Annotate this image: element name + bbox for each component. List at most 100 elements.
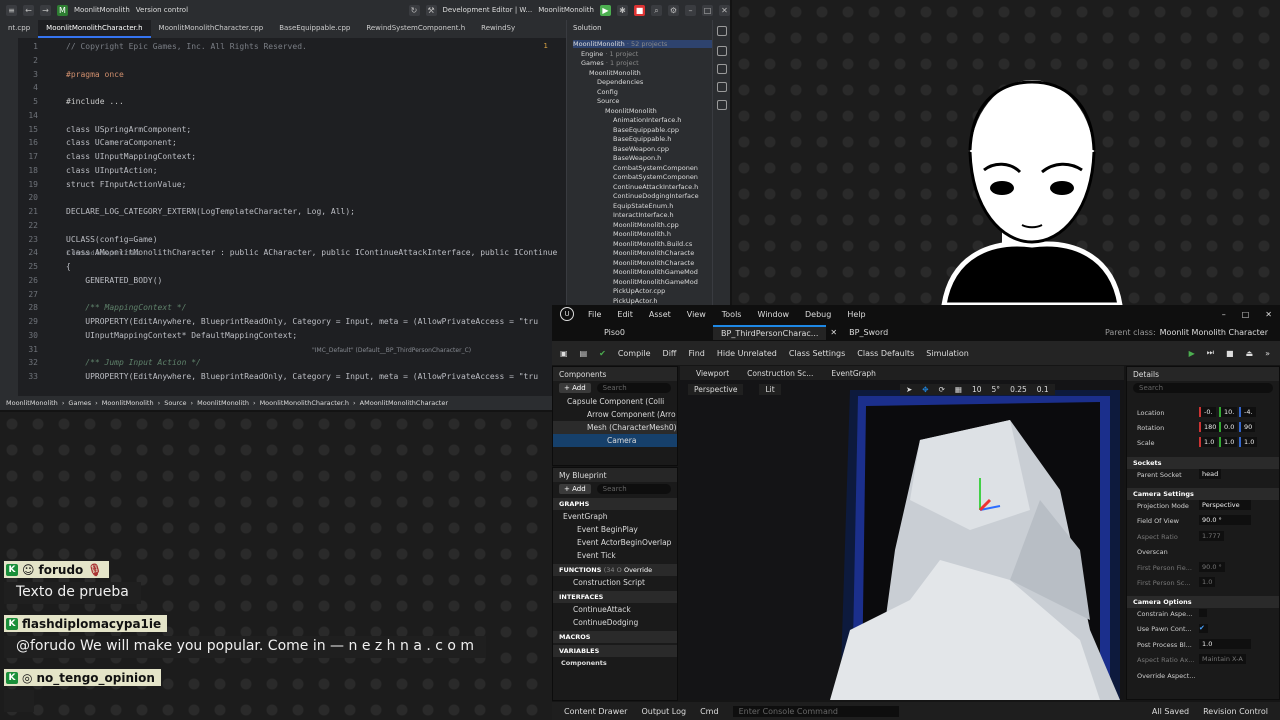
solution-node[interactable]: BaseEquippable.h xyxy=(613,135,671,143)
code-line[interactable]: UCLASS(config=Game) xyxy=(66,235,158,244)
graph-item[interactable]: Event Tick xyxy=(553,549,677,562)
all-saved-status[interactable]: All Saved xyxy=(1152,707,1189,716)
browse-icon[interactable]: ▤ xyxy=(580,349,588,358)
add-component-button[interactable]: + Add xyxy=(559,383,591,393)
transform-label[interactable]: Rotation xyxy=(1137,424,1164,432)
tab-file[interactable]: nt.cpp xyxy=(0,20,38,38)
breadcrumb-item[interactable]: MoonlitMonolith xyxy=(197,399,249,407)
tab-file[interactable]: RewindSystemComponent.h xyxy=(358,20,473,38)
breadcrumb-item[interactable]: MoonlitMonolith xyxy=(6,399,58,407)
transform-field[interactable]: 1.0 xyxy=(1219,437,1238,447)
simulation-button[interactable]: Simulation xyxy=(926,349,969,358)
tab-file[interactable]: MoonlitMonolithCharacter.h xyxy=(38,20,151,38)
eject-icon[interactable]: ⏏ xyxy=(1246,349,1254,358)
code-line[interactable]: class UInputMappingContext; xyxy=(66,152,196,161)
solution-node[interactable]: MoonlitMonolith · 52 projects xyxy=(573,40,712,48)
pawn-control-checkbox[interactable]: ✔ xyxy=(1199,624,1208,633)
transform-field[interactable]: 1.0 xyxy=(1239,437,1258,447)
compile-button[interactable]: Compile xyxy=(618,349,651,358)
transform-field[interactable]: 1.0 xyxy=(1199,437,1218,447)
breadcrumb-item[interactable]: MoonlitMonolithCharacter.h xyxy=(260,399,349,407)
solution-node[interactable]: BaseWeapon.cpp xyxy=(613,145,669,153)
code-line[interactable]: UPROPERTY(EditAnywhere, BlueprintReadOnl… xyxy=(66,372,538,381)
lit-button[interactable]: Lit xyxy=(759,384,781,395)
more-icon[interactable]: » xyxy=(1265,349,1270,358)
output-log-button[interactable]: Output Log xyxy=(641,707,686,716)
hide-unrelated-button[interactable]: Hide Unrelated xyxy=(717,349,777,358)
component-item[interactable]: Mesh (CharacterMesh0) xyxy=(553,421,677,434)
code-line[interactable]: GENERATED_BODY() xyxy=(66,276,162,285)
run-icon[interactable]: ▶ xyxy=(600,4,611,16)
notifications-icon[interactable] xyxy=(717,64,727,74)
solution-node[interactable]: BaseEquippable.cpp xyxy=(613,126,679,134)
solution-node[interactable]: PickUpActor.cpp xyxy=(613,287,665,295)
grid-size[interactable]: 10 xyxy=(972,385,982,394)
transform-field[interactable]: -4. xyxy=(1239,407,1256,417)
menu-file[interactable]: File xyxy=(588,310,601,319)
solution-node[interactable]: CombatSystemComponen xyxy=(613,173,698,181)
close-icon[interactable]: ✕ xyxy=(1265,310,1272,319)
transform-field[interactable]: 0.0 xyxy=(1219,422,1238,432)
breadcrumb-item[interactable]: Games xyxy=(68,399,91,407)
perspective-button[interactable]: Perspective xyxy=(688,384,744,395)
solution-node[interactable]: EquipStateEnum.h xyxy=(613,202,673,210)
solution-node[interactable]: MoonlitMonolithCharacte xyxy=(613,259,694,267)
step-icon[interactable]: ⏭ xyxy=(1207,348,1214,358)
solution-node[interactable]: MoonlitMonolith xyxy=(589,69,641,77)
graph-item[interactable]: EventGraph xyxy=(553,510,677,523)
rotation-snap[interactable]: 5° xyxy=(992,385,1001,394)
details-search[interactable]: Search xyxy=(1133,383,1273,393)
variables-components[interactable]: Components xyxy=(553,657,677,669)
compile-icon[interactable]: ✔ xyxy=(599,349,606,358)
macros-section[interactable]: MACROS xyxy=(553,631,677,643)
projection-mode-dropdown[interactable]: Perspective xyxy=(1199,500,1251,510)
breadcrumb-item[interactable]: MoonlitMonolith xyxy=(102,399,154,407)
sockets-section[interactable]: Sockets xyxy=(1127,457,1279,469)
camera-options-section[interactable]: Camera Options xyxy=(1127,596,1279,608)
parent-socket-field[interactable]: head xyxy=(1199,469,1222,479)
code-line[interactable]: { xyxy=(66,262,71,271)
solution-node[interactable]: InteractInterface.h xyxy=(613,211,674,219)
add-member-button[interactable]: + Add xyxy=(559,484,591,494)
debug-icon[interactable]: ✱ xyxy=(617,4,628,16)
tab-viewport[interactable]: Viewport xyxy=(696,369,729,378)
class-settings-button[interactable]: Class Settings xyxy=(789,349,845,358)
content-drawer-button[interactable]: Content Drawer xyxy=(564,707,627,716)
tools-icon[interactable] xyxy=(717,100,727,110)
solution-node[interactable]: Engine · 1 project xyxy=(581,50,638,58)
code-line[interactable]: #pragma once xyxy=(66,70,124,79)
build-icon[interactable]: ⚒ xyxy=(425,4,437,16)
solution-node[interactable]: ContinueAttackInterface.h xyxy=(613,183,698,191)
fov-field[interactable]: 90.0 ° xyxy=(1199,515,1251,525)
menu-asset[interactable]: Asset xyxy=(649,310,671,319)
overscan-label[interactable]: Overscan xyxy=(1137,548,1168,556)
database-icon[interactable] xyxy=(717,26,727,36)
settings-icon[interactable]: ⚙ xyxy=(668,4,679,16)
function-item[interactable]: Construction Script xyxy=(553,576,677,589)
interface-item[interactable]: ContinueAttack xyxy=(553,603,677,616)
constrain-checkbox[interactable] xyxy=(1199,609,1207,617)
menu-tools[interactable]: Tools xyxy=(722,310,742,319)
code-line[interactable]: UPROPERTY(EditAnywhere, BlueprintReadOnl… xyxy=(66,317,538,326)
graph-item[interactable]: Event BeginPlay xyxy=(553,523,677,536)
class-defaults-button[interactable]: Class Defaults xyxy=(857,349,914,358)
solution-node[interactable]: Source xyxy=(597,97,619,105)
parent-class[interactable]: Moonlit Monolith Character xyxy=(1156,328,1280,337)
grid-icon[interactable]: ▦ xyxy=(955,385,962,394)
solution-node[interactable]: Config xyxy=(597,88,618,96)
code-line[interactable]: /** Jump Input Action */ xyxy=(66,358,201,367)
component-item[interactable]: Arrow Component (Arro xyxy=(553,408,677,421)
menu-debug[interactable]: Debug xyxy=(805,310,831,319)
console-input[interactable]: Enter Console Command xyxy=(732,705,899,717)
move-icon[interactable]: ✥ xyxy=(922,385,928,394)
target-dropdown[interactable]: MoonlitMonolith xyxy=(538,6,594,14)
project-name[interactable]: MoonlitMonolith xyxy=(74,6,130,14)
camera-speed[interactable]: 0.1 xyxy=(1037,385,1049,394)
camera-settings-section[interactable]: Camera Settings xyxy=(1127,488,1279,500)
refresh-icon[interactable]: ↻ xyxy=(408,4,420,16)
menu-window[interactable]: Window xyxy=(757,310,789,319)
solution-node[interactable]: MoonlitMonolithGameMod xyxy=(613,268,698,276)
ai-icon[interactable] xyxy=(717,46,727,56)
solution-node[interactable]: Games · 1 project xyxy=(581,59,639,67)
breadcrumb-item[interactable]: Source xyxy=(164,399,186,407)
